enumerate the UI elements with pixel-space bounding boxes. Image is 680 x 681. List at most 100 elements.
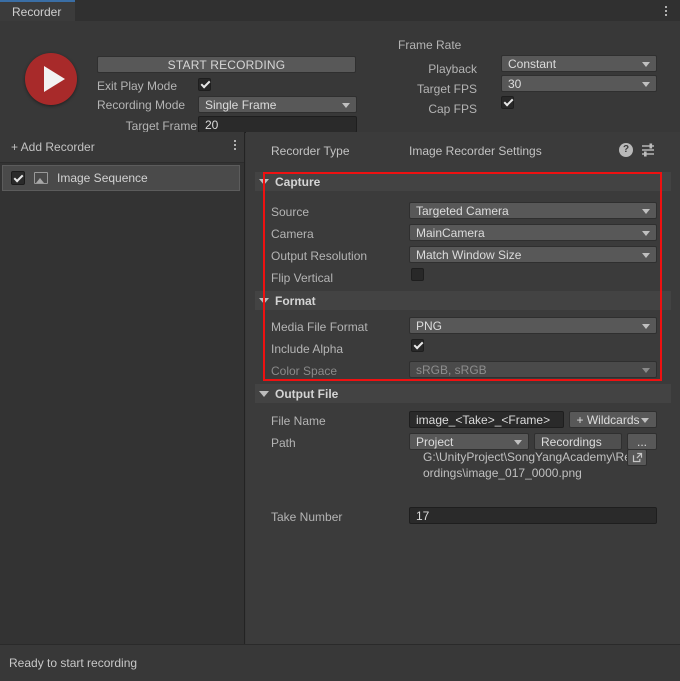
window-menu-icon[interactable] — [659, 3, 673, 19]
flip-vertical-label: Flip Vertical — [271, 271, 334, 285]
list-item[interactable]: Image Sequence — [2, 165, 240, 191]
recorder-enabled-checkbox[interactable] — [11, 171, 25, 185]
chevron-down-icon — [259, 390, 269, 397]
color-space-value: sRGB, sRGB — [416, 362, 487, 377]
tab-recorder[interactable]: Recorder — [0, 0, 76, 21]
kebab-dot — [665, 10, 667, 12]
color-space-dropdown: sRGB, sRGB — [409, 361, 657, 378]
wildcards-label: + Wildcards — [576, 412, 640, 427]
path-folder-value: Recordings — [541, 434, 602, 449]
add-recorder-bar[interactable]: + Add Recorder — [0, 132, 244, 163]
camera-dropdown[interactable]: MainCamera — [409, 224, 657, 241]
kebab-dot — [665, 6, 667, 8]
take-number-value: 17 — [416, 508, 430, 523]
image-sequence-icon — [34, 172, 48, 184]
target-frame-label: Target Frame — [125, 119, 197, 133]
cap-fps-label: Cap FPS — [428, 102, 477, 116]
recorder-list-menu-icon[interactable] — [234, 140, 236, 150]
section-title-output-file: Output File — [275, 386, 339, 401]
file-name-value: image_<Take>_<Frame> — [416, 412, 551, 427]
chevron-down-icon — [642, 61, 650, 67]
path-root-dropdown[interactable]: Project — [409, 433, 529, 450]
play-record-icon — [44, 66, 65, 92]
status-message: Ready to start recording — [9, 656, 138, 670]
take-number-input[interactable]: 17 — [409, 507, 657, 524]
path-root-value: Project — [416, 434, 454, 449]
source-value: Targeted Camera — [416, 203, 509, 218]
camera-value: MainCamera — [416, 225, 485, 240]
browse-path-button[interactable]: ... — [627, 433, 657, 450]
frame-rate-title: Frame Rate — [398, 38, 462, 52]
kebab-dot — [234, 148, 236, 150]
take-number-label: Take Number — [271, 510, 343, 524]
exit-play-mode-checkbox[interactable] — [198, 78, 211, 91]
target-fps-value: 30 — [508, 76, 522, 91]
flip-vertical-checkbox[interactable] — [411, 268, 424, 281]
kebab-dot — [234, 144, 236, 146]
path-label: Path — [271, 436, 296, 450]
chevron-down-icon — [642, 81, 650, 87]
section-title-capture: Capture — [275, 174, 321, 189]
preset-settings-glyph — [642, 143, 654, 157]
recorder-settings-panel: Recorder Type Image Recorder Settings ? … — [246, 132, 680, 645]
recording-mode-label: Recording Mode — [97, 98, 186, 112]
chevron-down-icon — [642, 208, 650, 214]
recording-mode-dropdown[interactable]: Single Frame — [198, 96, 357, 113]
section-header-capture[interactable]: Capture — [255, 172, 671, 191]
open-external-icon[interactable] — [627, 449, 647, 466]
media-file-format-label: Media File Format — [271, 320, 368, 334]
color-space-label: Color Space — [271, 364, 338, 378]
cap-fps-checkbox[interactable] — [501, 96, 514, 109]
output-resolution-dropdown[interactable]: Match Window Size — [409, 246, 657, 263]
chevron-down-icon — [642, 323, 650, 329]
recorder-list-body: Image Sequence — [0, 163, 244, 645]
include-alpha-checkbox[interactable] — [411, 339, 424, 352]
chevron-down-icon — [514, 439, 522, 445]
start-recording-circle-button[interactable] — [25, 53, 77, 105]
preset-settings-icon[interactable] — [641, 143, 656, 157]
section-header-format[interactable]: Format — [255, 291, 671, 310]
resolved-output-path: G:\UnityProject\SongYangAcademy\Recordin… — [423, 450, 637, 480]
output-resolution-value: Match Window Size — [416, 247, 522, 262]
playback-dropdown[interactable]: Constant — [501, 55, 657, 72]
recorder-list-panel: + Add Recorder Image Sequence — [0, 132, 245, 645]
source-dropdown[interactable]: Targeted Camera — [409, 202, 657, 219]
playback-value: Constant — [508, 56, 557, 71]
help-icon[interactable]: ? — [619, 143, 633, 157]
target-fps-dropdown[interactable]: 30 — [501, 75, 657, 92]
wildcards-button[interactable]: + Wildcards — [569, 411, 657, 428]
path-folder-input[interactable]: Recordings — [534, 433, 622, 450]
recorder-type-label: Recorder Type — [271, 144, 350, 158]
kebab-dot — [665, 14, 667, 16]
recorder-controls-panel: START RECORDING Exit Play Mode Recording… — [0, 21, 680, 133]
window-tab-bar: Recorder — [0, 0, 680, 22]
list-item-label: Image Sequence — [57, 171, 148, 185]
media-file-format-value: PNG — [416, 318, 443, 333]
include-alpha-label: Include Alpha — [271, 342, 344, 356]
tab-recorder-label: Recorder — [12, 4, 62, 19]
recorder-window: Recorder START RECORDING Exit Play Mode … — [0, 0, 680, 681]
file-name-label: File Name — [271, 414, 326, 428]
open-external-glyph — [632, 452, 642, 463]
chevron-down-icon — [642, 367, 650, 373]
chevron-down-icon — [642, 230, 650, 236]
kebab-dot — [234, 140, 236, 142]
chevron-down-icon — [642, 252, 650, 258]
add-recorder-label: + Add Recorder — [11, 140, 95, 154]
camera-label: Camera — [271, 227, 314, 241]
start-recording-label: START RECORDING — [167, 57, 286, 72]
chevron-down-icon — [259, 297, 269, 304]
target-frame-input[interactable]: 20 — [198, 116, 357, 133]
target-fps-label: Target FPS — [416, 82, 477, 96]
start-recording-button[interactable]: START RECORDING — [97, 56, 356, 73]
section-header-output-file[interactable]: Output File — [255, 384, 671, 403]
chevron-down-icon — [641, 417, 649, 423]
section-title-format: Format — [275, 293, 316, 308]
file-name-input[interactable]: image_<Take>_<Frame> — [409, 411, 564, 428]
target-frame-value: 20 — [205, 117, 219, 132]
status-bar: Ready to start recording — [0, 644, 680, 681]
playback-label: Playback — [428, 62, 477, 76]
browse-label: ... — [636, 434, 647, 449]
media-file-format-dropdown[interactable]: PNG — [409, 317, 657, 334]
settings-header: Recorder Type Image Recorder Settings ? — [246, 132, 680, 171]
